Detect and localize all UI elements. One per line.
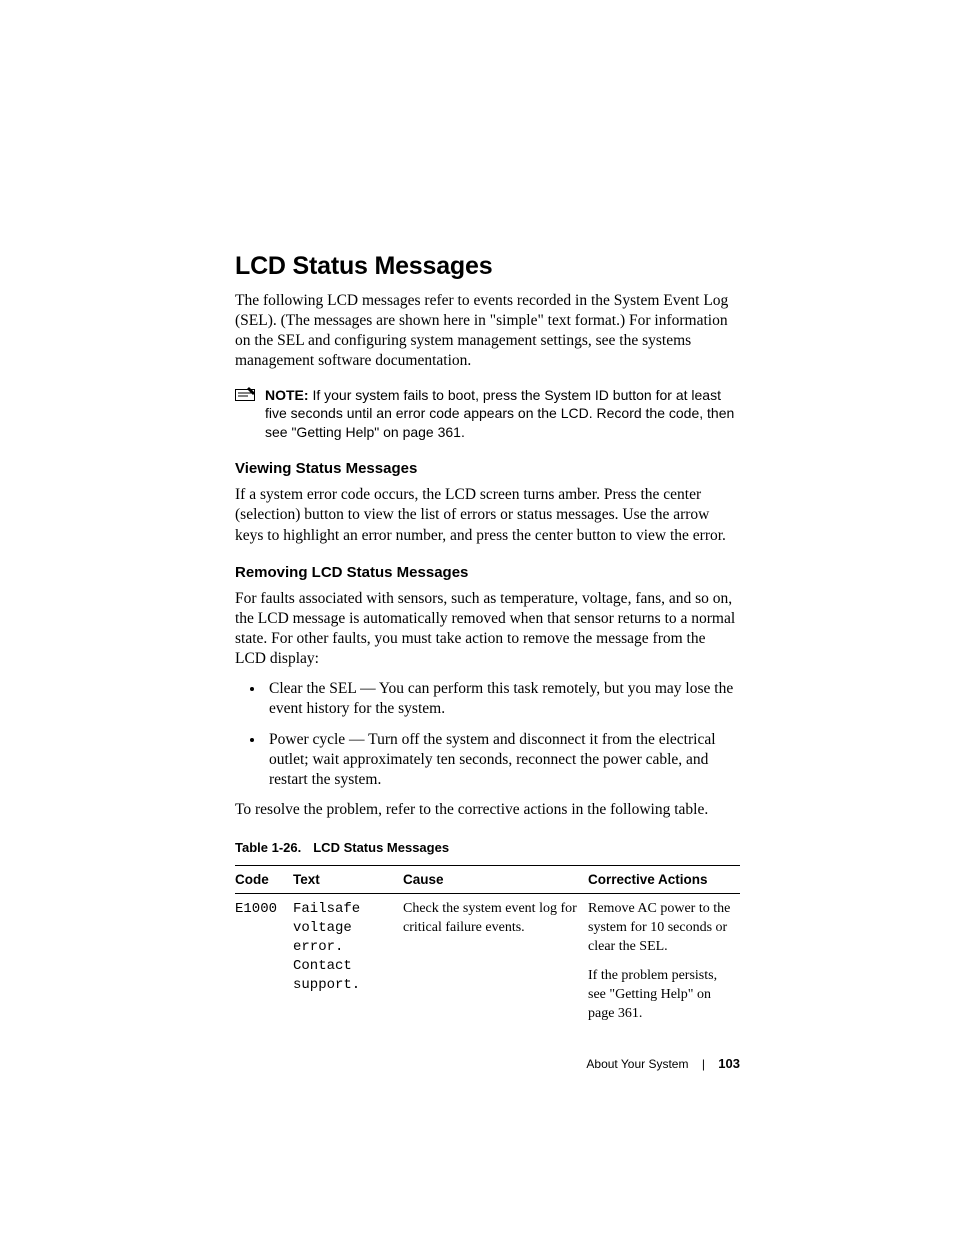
removing-outro: To resolve the problem, refer to the cor… — [235, 800, 740, 820]
note-block: NOTE: If your system fails to boot, pres… — [235, 386, 740, 443]
subheading-removing: Removing LCD Status Messages — [235, 564, 740, 581]
list-item: Power cycle — Turn off the system and di… — [265, 730, 740, 790]
col-header-code: Code — [235, 866, 293, 894]
corrective-primary: Remove AC power to the system for 10 sec… — [588, 900, 734, 957]
page-content: LCD Status Messages The following LCD me… — [235, 252, 740, 1029]
note-icon — [235, 387, 255, 401]
removing-intro: For faults associated with sensors, such… — [235, 589, 740, 670]
table-caption-number: Table 1-26. — [235, 840, 301, 855]
viewing-body: If a system error code occurs, the LCD s… — [235, 485, 740, 545]
cell-cause: Check the system event log for critical … — [403, 894, 588, 1030]
heading-lcd-status-messages: LCD Status Messages — [235, 252, 740, 281]
intro-paragraph: The following LCD messages refer to even… — [235, 291, 740, 372]
footer-separator: | — [692, 1057, 715, 1071]
corrective-secondary: If the problem persists, see "Getting He… — [588, 967, 734, 1024]
col-header-cause: Cause — [403, 866, 588, 894]
table-row: E1000 Failsafe voltage error. Contact su… — [235, 894, 740, 1030]
col-header-text: Text — [293, 866, 403, 894]
page-footer: About Your System | 103 — [235, 1056, 740, 1071]
note-label: NOTE: — [265, 387, 309, 403]
subheading-viewing: Viewing Status Messages — [235, 460, 740, 477]
cell-text: Failsafe voltage error. Contact support. — [293, 894, 403, 1030]
cell-corrective: Remove AC power to the system for 10 sec… — [588, 894, 740, 1030]
table-header-row: Code Text Cause Corrective Actions — [235, 866, 740, 894]
section-removing: Removing LCD Status Messages For faults … — [235, 564, 740, 820]
cell-code: E1000 — [235, 894, 293, 1030]
table-caption: Table 1-26. LCD Status Messages — [235, 840, 740, 855]
list-item: Clear the SEL — You can perform this tas… — [265, 679, 740, 719]
col-header-corrective: Corrective Actions — [588, 866, 740, 894]
note-text: If your system fails to boot, press the … — [265, 387, 734, 441]
table-caption-title: LCD Status Messages — [313, 840, 449, 855]
section-viewing: Viewing Status Messages If a system erro… — [235, 460, 740, 545]
footer-page-number: 103 — [718, 1056, 740, 1071]
removing-bullets: Clear the SEL — You can perform this tas… — [235, 679, 740, 790]
lcd-status-table: Code Text Cause Corrective Actions E1000… — [235, 865, 740, 1029]
footer-section: About Your System — [586, 1057, 688, 1071]
